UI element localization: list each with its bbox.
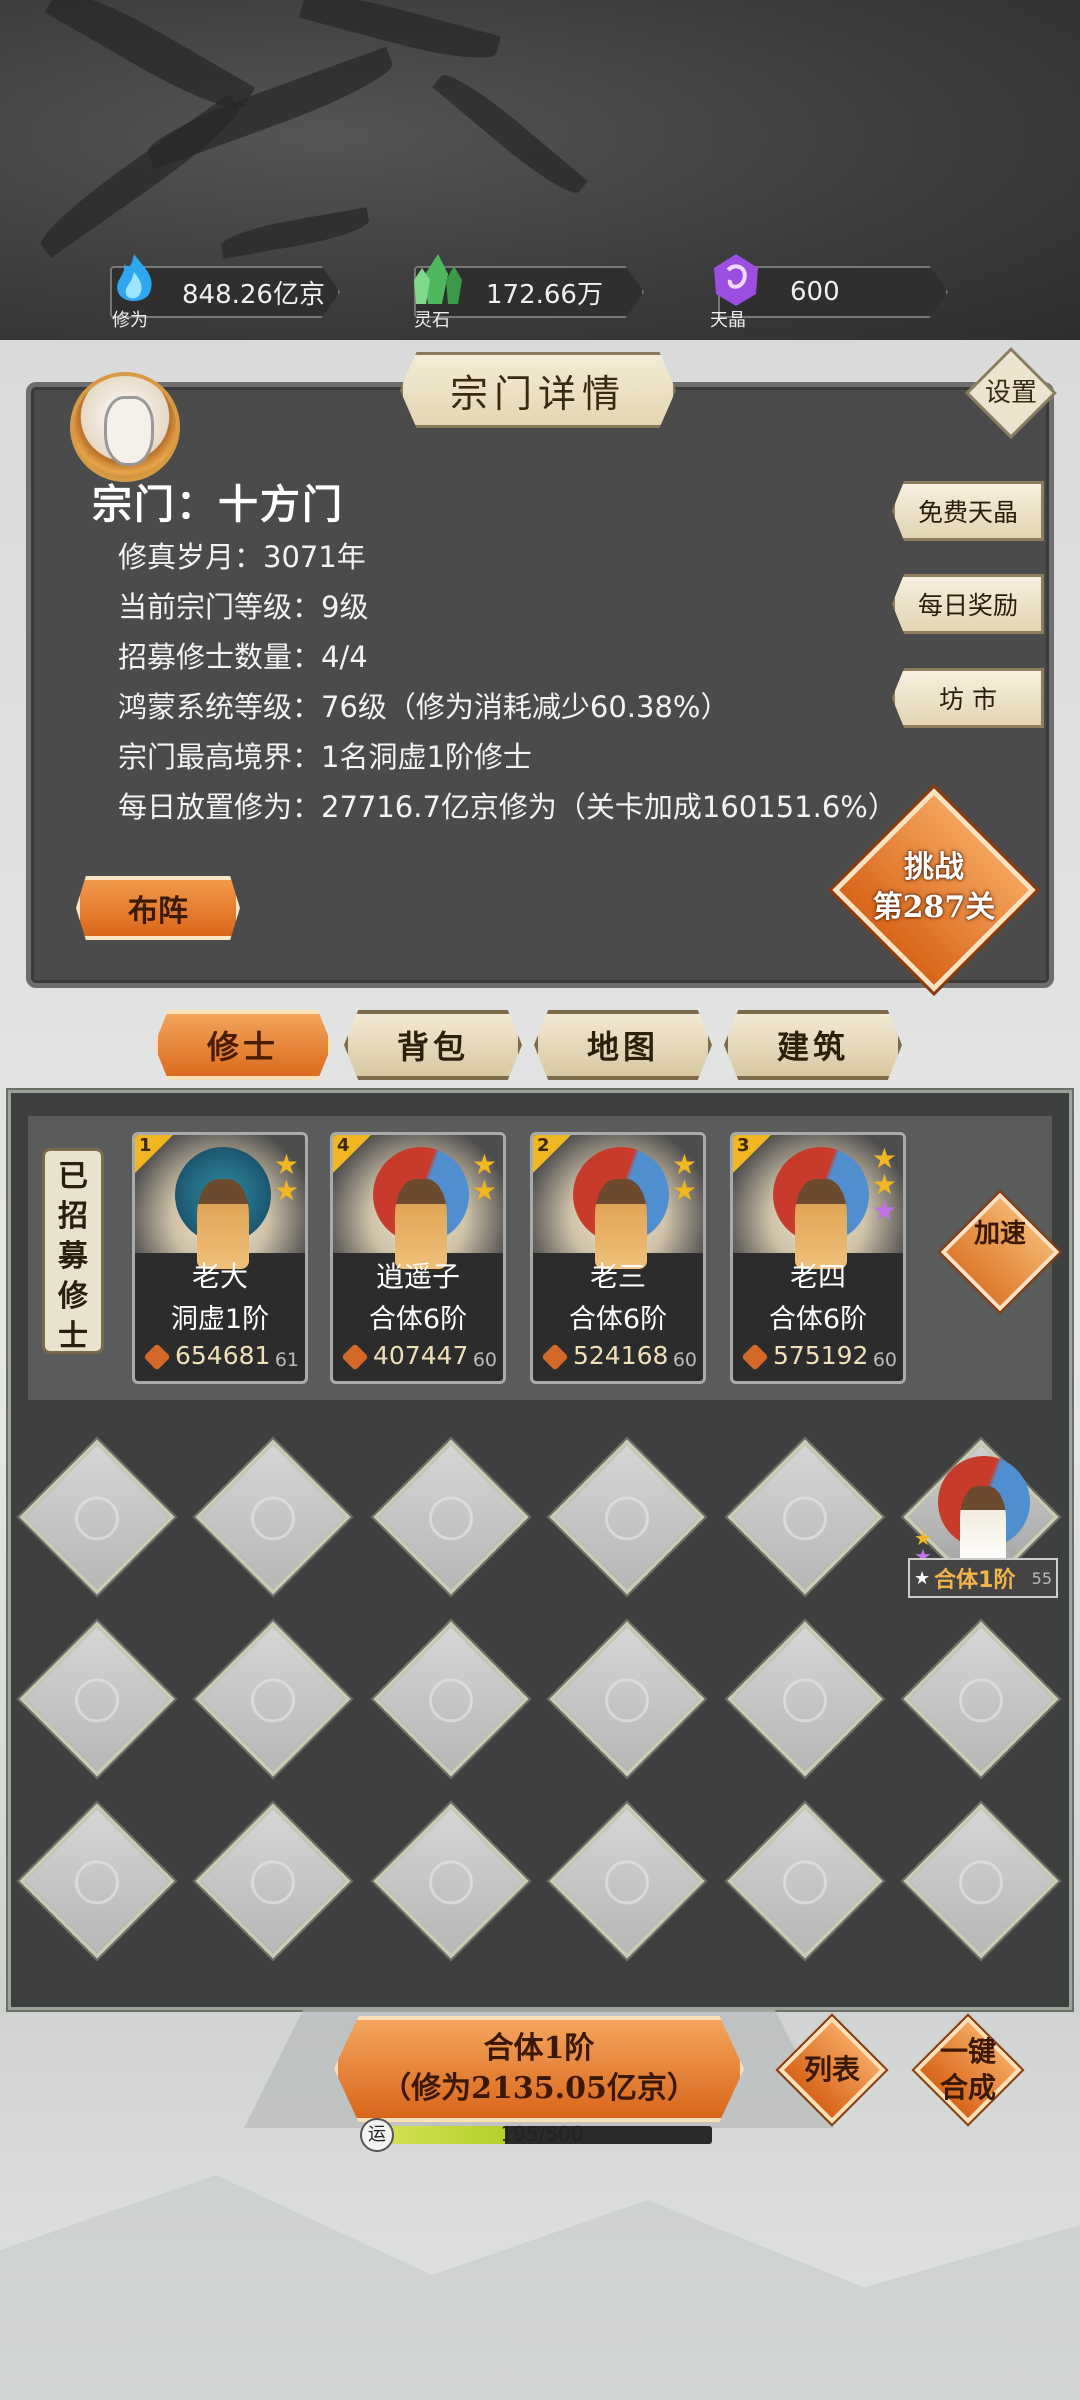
combat-power-icon xyxy=(341,1343,369,1371)
card-level: 60 xyxy=(672,1349,697,1371)
sect-master-avatar[interactable] xyxy=(70,372,180,482)
challenge-line1: 挑战 xyxy=(904,850,964,885)
speed-up-label[interactable]: 加速 xyxy=(944,1218,1056,1250)
resource-label-sky-crystal: 天晶 xyxy=(710,310,746,331)
card-power: 524168 xyxy=(573,1341,669,1370)
tab-map[interactable]: 地图 xyxy=(534,1010,712,1080)
luck-progress-text: 195/500 xyxy=(500,2122,584,2146)
card-level: 60 xyxy=(872,1349,897,1371)
combat-power-icon xyxy=(143,1343,171,1371)
card-power: 575192 xyxy=(773,1341,869,1370)
star-icon: ★ xyxy=(914,1567,931,1589)
one-click-line: 合成 xyxy=(939,2071,996,2104)
cultivator-card[interactable]: 2 ★ ★ 老三 合体6阶 524168 60 xyxy=(530,1132,706,1384)
card-level: 60 xyxy=(472,1349,497,1371)
info-highest-realm: 宗门最高境界：1名洞虚1阶修士 xyxy=(118,740,532,774)
waiting-cultivator[interactable]: ★ ★ ★ 合体1阶 55 xyxy=(900,1436,1062,1602)
market-button[interactable]: 坊 市 xyxy=(892,668,1044,728)
sect-name: 宗门：十方门 xyxy=(92,481,344,528)
one-click-line: 一键 xyxy=(939,2035,996,2068)
card-slot-number: 2 xyxy=(537,1135,550,1156)
card-name: 老三 xyxy=(589,1260,646,1293)
star-icon: ★ xyxy=(671,1174,697,1207)
card-realm: 洞虚1阶 xyxy=(170,1304,270,1335)
settings-label[interactable]: 设置 xyxy=(966,372,1056,409)
cultivator-card[interactable]: 4 ★ ★ 逍遥子 合体6阶 407447 60 xyxy=(330,1132,506,1384)
resource-label-spirit-stone: 灵石 xyxy=(414,310,450,331)
tab-cultivators[interactable]: 修士 xyxy=(154,1010,332,1080)
merge-button[interactable]: 合体1阶 （修为2135.05亿京） xyxy=(334,2016,744,2122)
info-daily-idle: 每日放置修为：27716.7亿京修为（关卡加成160151.6%） xyxy=(118,790,897,824)
waiting-level: 55 xyxy=(1031,1568,1052,1588)
formation-button[interactable]: 布阵 xyxy=(76,876,240,940)
recruited-label: 已招募修士 xyxy=(42,1148,104,1354)
luck-icon: 运 xyxy=(360,2118,394,2152)
card-power: 654681 xyxy=(175,1341,271,1370)
spirit-flame-icon xyxy=(117,254,152,301)
info-hongmeng-level: 鸿蒙系统等级：76级（修为消耗减少60.38%） xyxy=(118,690,730,724)
waiting-realm: 合体1阶 xyxy=(934,1568,1016,1593)
info-sect-level: 当前宗门等级：9级 xyxy=(118,590,369,624)
tab-backpack[interactable]: 背包 xyxy=(344,1010,522,1080)
card-name: 老大 xyxy=(191,1260,248,1293)
free-crystal-button[interactable]: 免费天晶 xyxy=(892,481,1044,541)
star-icon: ★ xyxy=(273,1174,299,1207)
card-level: 61 xyxy=(274,1349,299,1371)
combat-power-icon xyxy=(741,1343,769,1371)
star-icon: ★ xyxy=(471,1174,497,1207)
merge-line2: （修为2135.05亿京） xyxy=(381,2071,697,2106)
card-power: 407447 xyxy=(373,1341,469,1370)
mountain-scenery xyxy=(0,2175,1080,2400)
resource-label-cultivation: 修为 xyxy=(112,310,148,331)
tab-buildings[interactable]: 建筑 xyxy=(724,1010,902,1080)
cultivator-card[interactable]: 1 ★ ★ 老大 洞虚1阶 654681 61 xyxy=(132,1132,308,1384)
one-click-merge-label[interactable]: 一键 合成 xyxy=(918,2034,1018,2106)
challenge-line2: 第287关 xyxy=(872,890,996,925)
card-slot-number: 1 xyxy=(139,1135,152,1156)
card-slot-number: 3 xyxy=(737,1135,750,1156)
card-realm: 合体6阶 xyxy=(368,1304,468,1335)
daily-reward-button[interactable]: 每日奖励 xyxy=(892,574,1044,634)
card-realm: 合体6阶 xyxy=(768,1304,868,1335)
merge-line1: 合体1阶 xyxy=(483,2031,595,2066)
card-name: 逍遥子 xyxy=(375,1260,460,1293)
challenge-label[interactable]: 挑战 第287关 xyxy=(846,848,1022,928)
star-icon: ★ xyxy=(871,1194,897,1227)
list-label[interactable]: 列表 xyxy=(782,2052,882,2088)
card-realm: 合体6阶 xyxy=(568,1304,668,1335)
info-cultivation-years: 修真岁月：3071年 xyxy=(118,540,366,574)
panel-title: 宗门详情 xyxy=(400,352,676,428)
combat-power-icon xyxy=(541,1343,569,1371)
card-name: 老四 xyxy=(789,1260,846,1293)
card-slot-number: 4 xyxy=(337,1135,350,1156)
spirit-stone-icon xyxy=(414,254,462,304)
cultivator-card[interactable]: 3 ★ ★ ★ 老四 合体6阶 575192 60 xyxy=(730,1132,906,1384)
info-recruit-count: 招募修士数量：4/4 xyxy=(118,640,368,674)
sky-crystal-icon xyxy=(714,254,758,306)
